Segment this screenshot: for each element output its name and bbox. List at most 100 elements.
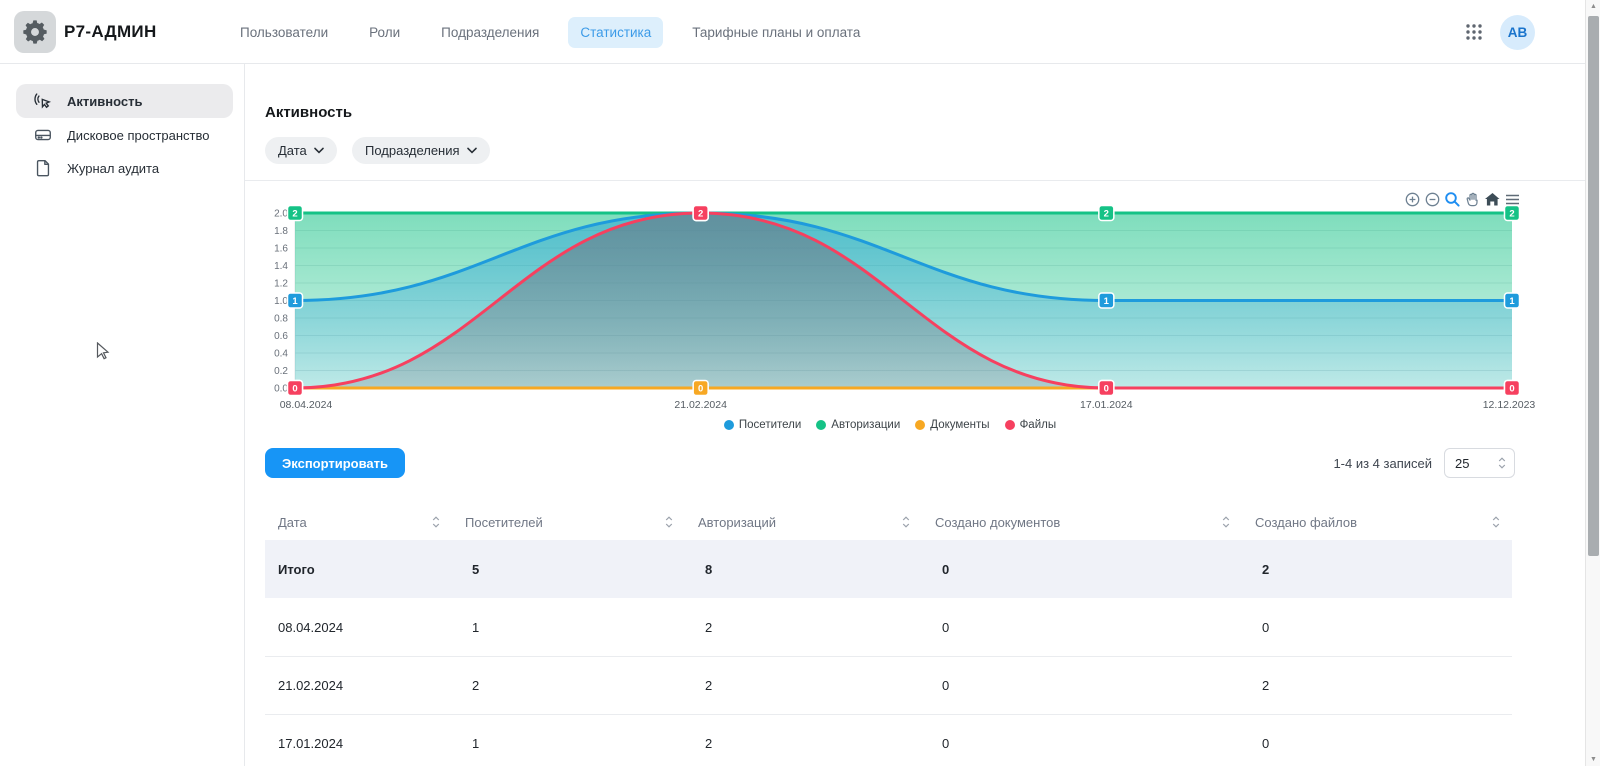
nav-item-roles[interactable]: Роли [357, 17, 412, 48]
svg-text:12.12.2023: 12.12.2023 [1483, 399, 1535, 411]
scrollbar-up-arrow[interactable]: ▲ [1586, 3, 1600, 10]
svg-text:17.01.2024: 17.01.2024 [1080, 399, 1133, 411]
scrollbar-thumb[interactable] [1588, 16, 1599, 556]
row-authorizations: 2 [685, 736, 922, 751]
svg-text:1.8: 1.8 [274, 226, 288, 237]
row-authorizations: 2 [685, 678, 922, 693]
svg-text:1: 1 [1104, 296, 1110, 307]
row-visitors: 2 [452, 678, 685, 693]
total-visitors: 5 [452, 562, 685, 577]
sort-icon [1492, 515, 1500, 529]
legend-dot [1005, 420, 1015, 430]
svg-text:0.4: 0.4 [274, 349, 288, 360]
legend-item[interactable]: Авторизации [816, 419, 900, 431]
row-authorizations: 2 [685, 620, 922, 635]
page-scrollbar[interactable]: ▲ ▼ [1585, 0, 1600, 766]
column-header-documents[interactable]: Создано документов [922, 515, 1242, 530]
row-files: 0 [1242, 620, 1512, 635]
svg-text:21.02.2024: 21.02.2024 [674, 399, 727, 411]
row-date: 08.04.2024 [265, 620, 452, 635]
filter-label: Дата [278, 143, 307, 158]
disk-icon [33, 125, 53, 145]
apps-grid-icon[interactable] [1464, 22, 1484, 42]
legend-item[interactable]: Файлы [1005, 419, 1057, 431]
total-files: 2 [1242, 562, 1512, 577]
row-files: 0 [1242, 736, 1512, 751]
brand-title: Р7-АДМИН [64, 0, 157, 64]
svg-text:2.0: 2.0 [274, 209, 288, 220]
column-header-authorizations[interactable]: Авторизаций [685, 515, 922, 530]
filter-date-button[interactable]: Дата [265, 137, 337, 164]
svg-text:1.0: 1.0 [274, 296, 288, 307]
total-authorizations: 8 [685, 562, 922, 577]
sidebar-item-label: Активность [67, 94, 142, 109]
audit-log-icon [33, 158, 53, 178]
legend-item[interactable]: Посетители [724, 419, 801, 431]
row-documents: 0 [922, 620, 1242, 635]
sidebar-item-audit-log[interactable]: Журнал аудита [16, 153, 233, 183]
table-row: 21.02.2024 2 2 0 2 [265, 656, 1512, 714]
column-header-visitors[interactable]: Посетителей [452, 515, 685, 530]
spinner-icon [1498, 456, 1506, 470]
svg-text:1: 1 [1509, 296, 1515, 307]
scrollbar-down-arrow[interactable]: ▼ [1586, 756, 1600, 763]
total-documents: 0 [922, 562, 1242, 577]
column-header-files[interactable]: Создано файлов [1242, 515, 1512, 530]
svg-text:0: 0 [698, 384, 703, 395]
nav-item-users[interactable]: Пользователи [228, 17, 340, 48]
table-row: 08.04.2024 1 2 0 0 [265, 598, 1512, 656]
app-window: Р7-АДМИН Пользователи Роли Подразделения… [0, 0, 1600, 766]
row-visitors: 1 [452, 620, 685, 635]
user-avatar[interactable]: АВ [1500, 15, 1535, 50]
sort-icon [902, 515, 910, 529]
svg-text:0.8: 0.8 [274, 314, 288, 325]
svg-text:0: 0 [292, 384, 297, 395]
row-files: 2 [1242, 678, 1512, 693]
legend-label: Файлы [1020, 419, 1057, 431]
legend-label: Посетители [739, 419, 801, 431]
sidebar-item-label: Дисковое пространство [67, 128, 210, 143]
export-button[interactable]: Экспортировать [265, 448, 405, 478]
sort-icon [1222, 515, 1230, 529]
svg-text:2: 2 [1509, 209, 1514, 220]
row-visitors: 1 [452, 736, 685, 751]
legend-label: Документы [930, 419, 989, 431]
svg-text:08.04.2024: 08.04.2024 [280, 399, 333, 411]
svg-text:0: 0 [1104, 384, 1109, 395]
chart-legend: Посетители Авторизации Документы Файлы [245, 419, 1535, 431]
sidebar-item-label: Журнал аудита [67, 161, 159, 176]
page-title: Активность [265, 104, 352, 121]
svg-text:1: 1 [292, 296, 298, 307]
svg-text:0.2: 0.2 [274, 366, 288, 377]
svg-text:1.2: 1.2 [274, 279, 288, 290]
sidebar-item-activity[interactable]: Активность [16, 84, 233, 118]
table-total-row: Итого 5 8 0 2 [265, 540, 1512, 598]
records-count: 1-4 из 4 записей [1230, 456, 1432, 471]
filter-departments-button[interactable]: Подразделения [352, 137, 490, 164]
gear-icon [21, 18, 49, 46]
svg-text:0.6: 0.6 [274, 331, 288, 342]
row-date: 17.01.2024 [265, 736, 452, 751]
nav-item-departments[interactable]: Подразделения [429, 17, 551, 48]
svg-text:0: 0 [1509, 384, 1514, 395]
svg-text:1.6: 1.6 [274, 244, 288, 255]
svg-text:2: 2 [1104, 209, 1109, 220]
top-navbar: Р7-АДМИН Пользователи Роли Подразделения… [0, 0, 1585, 64]
table-row: 17.01.2024 1 2 0 0 [265, 714, 1512, 766]
row-documents: 0 [922, 736, 1242, 751]
nav-item-statistics[interactable]: Статистика [568, 17, 663, 48]
activity-click-icon [33, 91, 53, 111]
table-header-row: Дата Посетителей Авторизаций Создано док… [265, 504, 1512, 540]
nav-item-tariffs[interactable]: Тарифные планы и оплата [680, 17, 872, 48]
legend-item[interactable]: Документы [915, 419, 989, 431]
svg-text:2: 2 [698, 209, 703, 220]
legend-dot [816, 420, 826, 430]
activity-chart-canvas[interactable]: 2.01.81.61.41.21.00.80.60.40.20.02222121… [245, 205, 1535, 417]
sidebar-item-disk-space[interactable]: Дисковое пространство [16, 120, 233, 150]
svg-text:0.0: 0.0 [274, 384, 288, 395]
column-header-date[interactable]: Дата [265, 515, 452, 530]
main-nav: Пользователи Роли Подразделения Статисти… [228, 0, 872, 64]
page-size-select[interactable]: 25 [1444, 448, 1515, 478]
chevron-down-icon [467, 147, 477, 154]
legend-label: Авторизации [831, 419, 900, 431]
